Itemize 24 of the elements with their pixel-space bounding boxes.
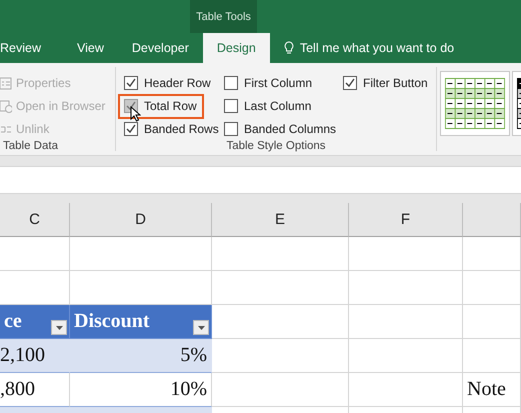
ribbon-tab[interactable]: Developer [118,33,203,63]
checkbox-label[interactable]: Banded Rows [144,117,219,140]
ribbon-tab[interactable]: Review [0,33,63,63]
column-header[interactable]: F [349,203,463,237]
checkbox-label[interactable]: Banded Columns [244,117,336,140]
group-label: Table Style Options [225,140,327,154]
contextual-tab-title: Table Tools [190,0,257,33]
table-header-cell: ce [0,305,70,339]
column-header[interactable]: D [70,203,212,237]
column-header[interactable]: C [0,203,70,237]
checkbox-label[interactable]: Header Row [144,71,211,94]
ribbon-tab[interactable]: Design [202,33,270,63]
ribbon-tab[interactable]: View [63,33,118,63]
checkbox-label[interactable]: Filter Button [363,71,428,94]
table-cell: 2,100 [0,339,70,373]
checkbox-label[interactable]: First Column [244,71,312,94]
table-cell: 5% [70,339,212,373]
column-header[interactable]: E [212,203,349,237]
table-cell: Note [463,373,521,407]
checkbox-label[interactable]: Total Row [144,94,197,117]
group-label: Table Data [2,140,59,154]
table-header-cell: Discount [70,305,212,339]
tell-me-search[interactable]: Tell me what you want to do [300,41,454,55]
checkbox-label[interactable]: Last Column [244,94,312,117]
